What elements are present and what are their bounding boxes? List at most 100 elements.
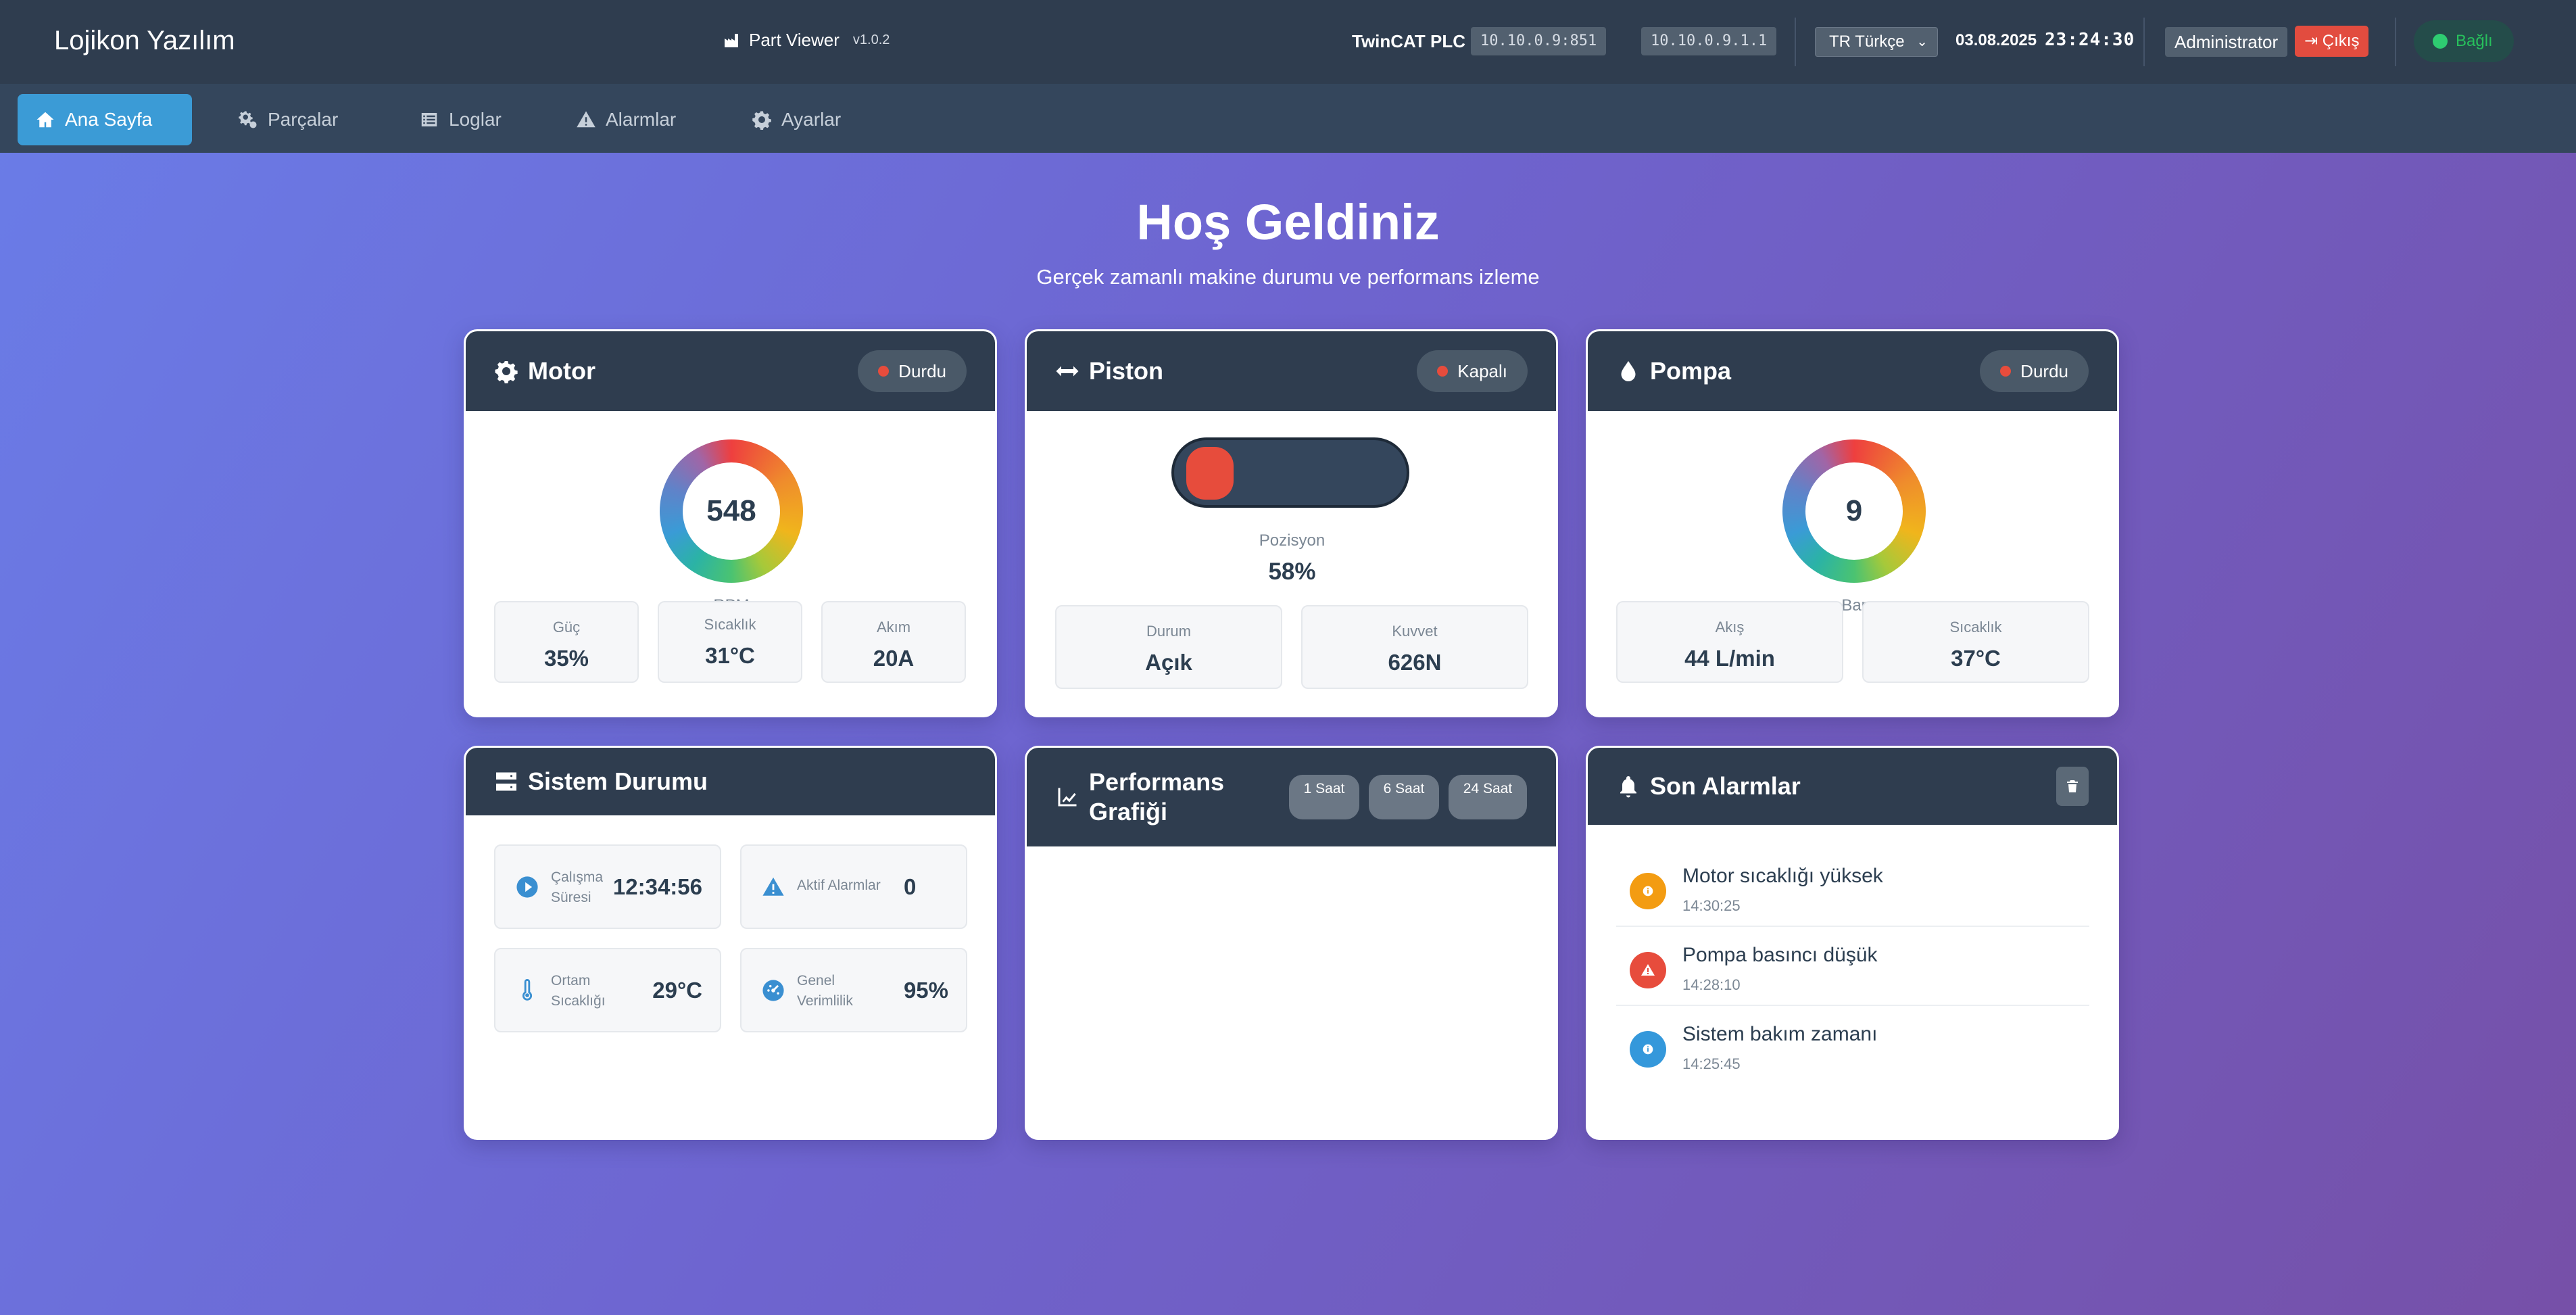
status-badge: Durdu bbox=[1980, 350, 2089, 392]
recent-alarms-card: Son Alarmlar Motor sıcaklığı yüksek 14:3… bbox=[1586, 746, 2119, 1140]
status-dot-icon bbox=[2433, 34, 2448, 49]
tile-value: 0 bbox=[904, 874, 917, 899]
alarm-message: Sistem bakım zamanı bbox=[1682, 1023, 1878, 1045]
app-version: v1.0.2 bbox=[852, 32, 890, 47]
stat-state: Durum Açık bbox=[1055, 605, 1282, 689]
alarm-time: 14:30:25 bbox=[1682, 897, 1741, 914]
stat-value: Açık bbox=[1145, 650, 1192, 675]
status-dot-icon bbox=[1437, 366, 1449, 377]
range-6h-button[interactable]: 6 Saat bbox=[1369, 775, 1439, 819]
stat-value: 626N bbox=[1388, 650, 1442, 675]
user-button[interactable]: Administrator bbox=[2165, 27, 2288, 57]
performance-card: Performans Grafiği 1 Saat 6 Saat 24 Saat bbox=[1025, 746, 1558, 1140]
nav-item-settings[interactable]: Ayarlar bbox=[734, 94, 858, 145]
home-icon bbox=[37, 112, 54, 128]
nav-item-label: Ana Sayfa bbox=[65, 109, 153, 130]
stat-value: 37°C bbox=[1951, 646, 2001, 671]
card-header: Pompa Durdu bbox=[1588, 331, 2117, 411]
stat-force: Kuvvet 626N bbox=[1301, 605, 1528, 689]
droplet-icon bbox=[1621, 361, 1636, 381]
range-24h-button[interactable]: 24 Saat bbox=[1449, 775, 1527, 819]
pressure-gauge: 9 bbox=[1782, 439, 1926, 583]
plc-ip-secondary: 10.10.0.9.1.1 bbox=[1641, 27, 1777, 55]
list-icon bbox=[421, 113, 437, 126]
alarm-message: Motor sıcaklığı yüksek bbox=[1682, 865, 1883, 887]
language-select[interactable]: TR Türkçe ⌄ bbox=[1815, 27, 1938, 57]
clear-alarms-button[interactable] bbox=[2056, 767, 2089, 806]
warning-icon bbox=[577, 111, 596, 128]
divider bbox=[2143, 18, 2145, 66]
stat-value: 20A bbox=[873, 646, 915, 671]
position-value: 58% bbox=[1268, 558, 1316, 585]
card-title: Motor bbox=[528, 357, 596, 385]
chevron-down-icon: ⌄ bbox=[1916, 34, 1928, 49]
tile-active-alarms: Aktif Alarmlar 0 bbox=[740, 844, 967, 929]
nav-item-home[interactable]: Ana Sayfa bbox=[18, 94, 192, 145]
stat-value: 31°C bbox=[705, 643, 755, 668]
card-header: Piston Kapalı bbox=[1027, 331, 1556, 411]
card-title: Son Alarmlar bbox=[1650, 772, 1801, 800]
piston-card: Piston Kapalı Pozisyon 58% Durum Açık Ku… bbox=[1025, 329, 1558, 717]
nav-item-parts[interactable]: Parçalar bbox=[220, 94, 356, 145]
bell-icon bbox=[1620, 776, 1636, 798]
speedometer-icon bbox=[762, 980, 784, 1001]
tile-value: 12:34:56 bbox=[612, 874, 702, 899]
cogs-icon bbox=[239, 111, 257, 128]
card-title: Piston bbox=[1089, 357, 1164, 385]
performance-chart-area bbox=[1027, 846, 1556, 1138]
nav-item-label: Parçalar bbox=[268, 109, 339, 130]
top-bar: Lojikon Yazılım Part Viewer v1.0.2 TwinC… bbox=[0, 0, 2576, 84]
info-icon bbox=[1630, 1031, 1666, 1068]
nav-item-label: Loglar bbox=[449, 109, 502, 130]
info-icon bbox=[1630, 873, 1666, 909]
warning-icon bbox=[762, 877, 784, 896]
app-title: Part Viewer v1.0.2 bbox=[723, 30, 890, 51]
stat-label: Akış bbox=[1715, 619, 1745, 636]
tile-label: Genel Verimlilik bbox=[797, 973, 853, 1009]
tile-value: 95% bbox=[903, 978, 948, 1003]
stat-value: 35% bbox=[543, 646, 589, 671]
card-header: Performans Grafiği 1 Saat 6 Saat 24 Saat bbox=[1027, 748, 1556, 846]
factory-icon bbox=[725, 33, 738, 47]
logout-button[interactable]: ⇥ Çıkış bbox=[2295, 26, 2369, 57]
stat-temperature: Sıcaklık 31°C bbox=[658, 601, 802, 683]
system-status-card: Sistem Durumu Çalışma Süresi 12:34:56 Ak… bbox=[464, 746, 997, 1140]
thermometer-icon bbox=[522, 979, 533, 1001]
stat-label: Akım bbox=[876, 619, 911, 636]
card-title: Performans Grafiği bbox=[1089, 768, 1225, 826]
status-label: Kapalı bbox=[1457, 360, 1507, 381]
divider bbox=[2395, 18, 2396, 66]
tile-ambient-temperature: Ortam Sıcaklığı 29°C bbox=[494, 948, 721, 1032]
nav-item-label: Ayarlar bbox=[781, 109, 842, 130]
trash-icon bbox=[2067, 780, 2078, 792]
stat-temperature: Sıcaklık 37°C bbox=[1862, 601, 2089, 683]
status-label: Durdu bbox=[898, 360, 946, 381]
status-badge: Durdu bbox=[858, 350, 967, 392]
alarm-item[interactable]: Pompa basıncı düşük 14:28:10 bbox=[1616, 928, 2089, 1006]
alarm-item[interactable]: Motor sıcaklığı yüksek 14:30:25 bbox=[1616, 848, 2089, 927]
piston-position-indicator bbox=[1171, 437, 1409, 508]
nav-item-label: Alarmlar bbox=[606, 109, 677, 130]
warning-icon bbox=[1630, 952, 1666, 988]
logout-label: Çıkış bbox=[2322, 32, 2360, 50]
connection-status: Bağlı bbox=[2414, 20, 2514, 62]
server-icon bbox=[496, 772, 516, 791]
tile-label: Ortam Sıcaklığı bbox=[551, 973, 606, 1009]
range-1h-button[interactable]: 1 Saat bbox=[1289, 775, 1359, 819]
alarm-time: 14:28:10 bbox=[1682, 976, 1741, 993]
logout-icon: ⇥ bbox=[2304, 32, 2318, 50]
alarm-time: 14:25:45 bbox=[1682, 1055, 1741, 1072]
play-circle-icon bbox=[516, 876, 538, 898]
connection-label: Bağlı bbox=[2456, 32, 2493, 50]
plc-label: TwinCAT PLC bbox=[1352, 31, 1466, 51]
nav-item-logs[interactable]: Loglar bbox=[402, 94, 519, 145]
arrows-horizontal-icon bbox=[1056, 366, 1079, 377]
status-badge: Kapalı bbox=[1417, 350, 1528, 392]
page-title: Hoş Geldiniz bbox=[1136, 194, 1440, 250]
piston-knob bbox=[1186, 447, 1234, 500]
nav-item-alarms[interactable]: Alarmlar bbox=[558, 94, 694, 145]
stat-label: Durum bbox=[1146, 623, 1191, 640]
gear-icon bbox=[752, 111, 771, 130]
stat-power: Güç 35% bbox=[494, 601, 639, 683]
alarm-item[interactable]: Sistem bakım zamanı 14:25:45 bbox=[1616, 1007, 2089, 1085]
